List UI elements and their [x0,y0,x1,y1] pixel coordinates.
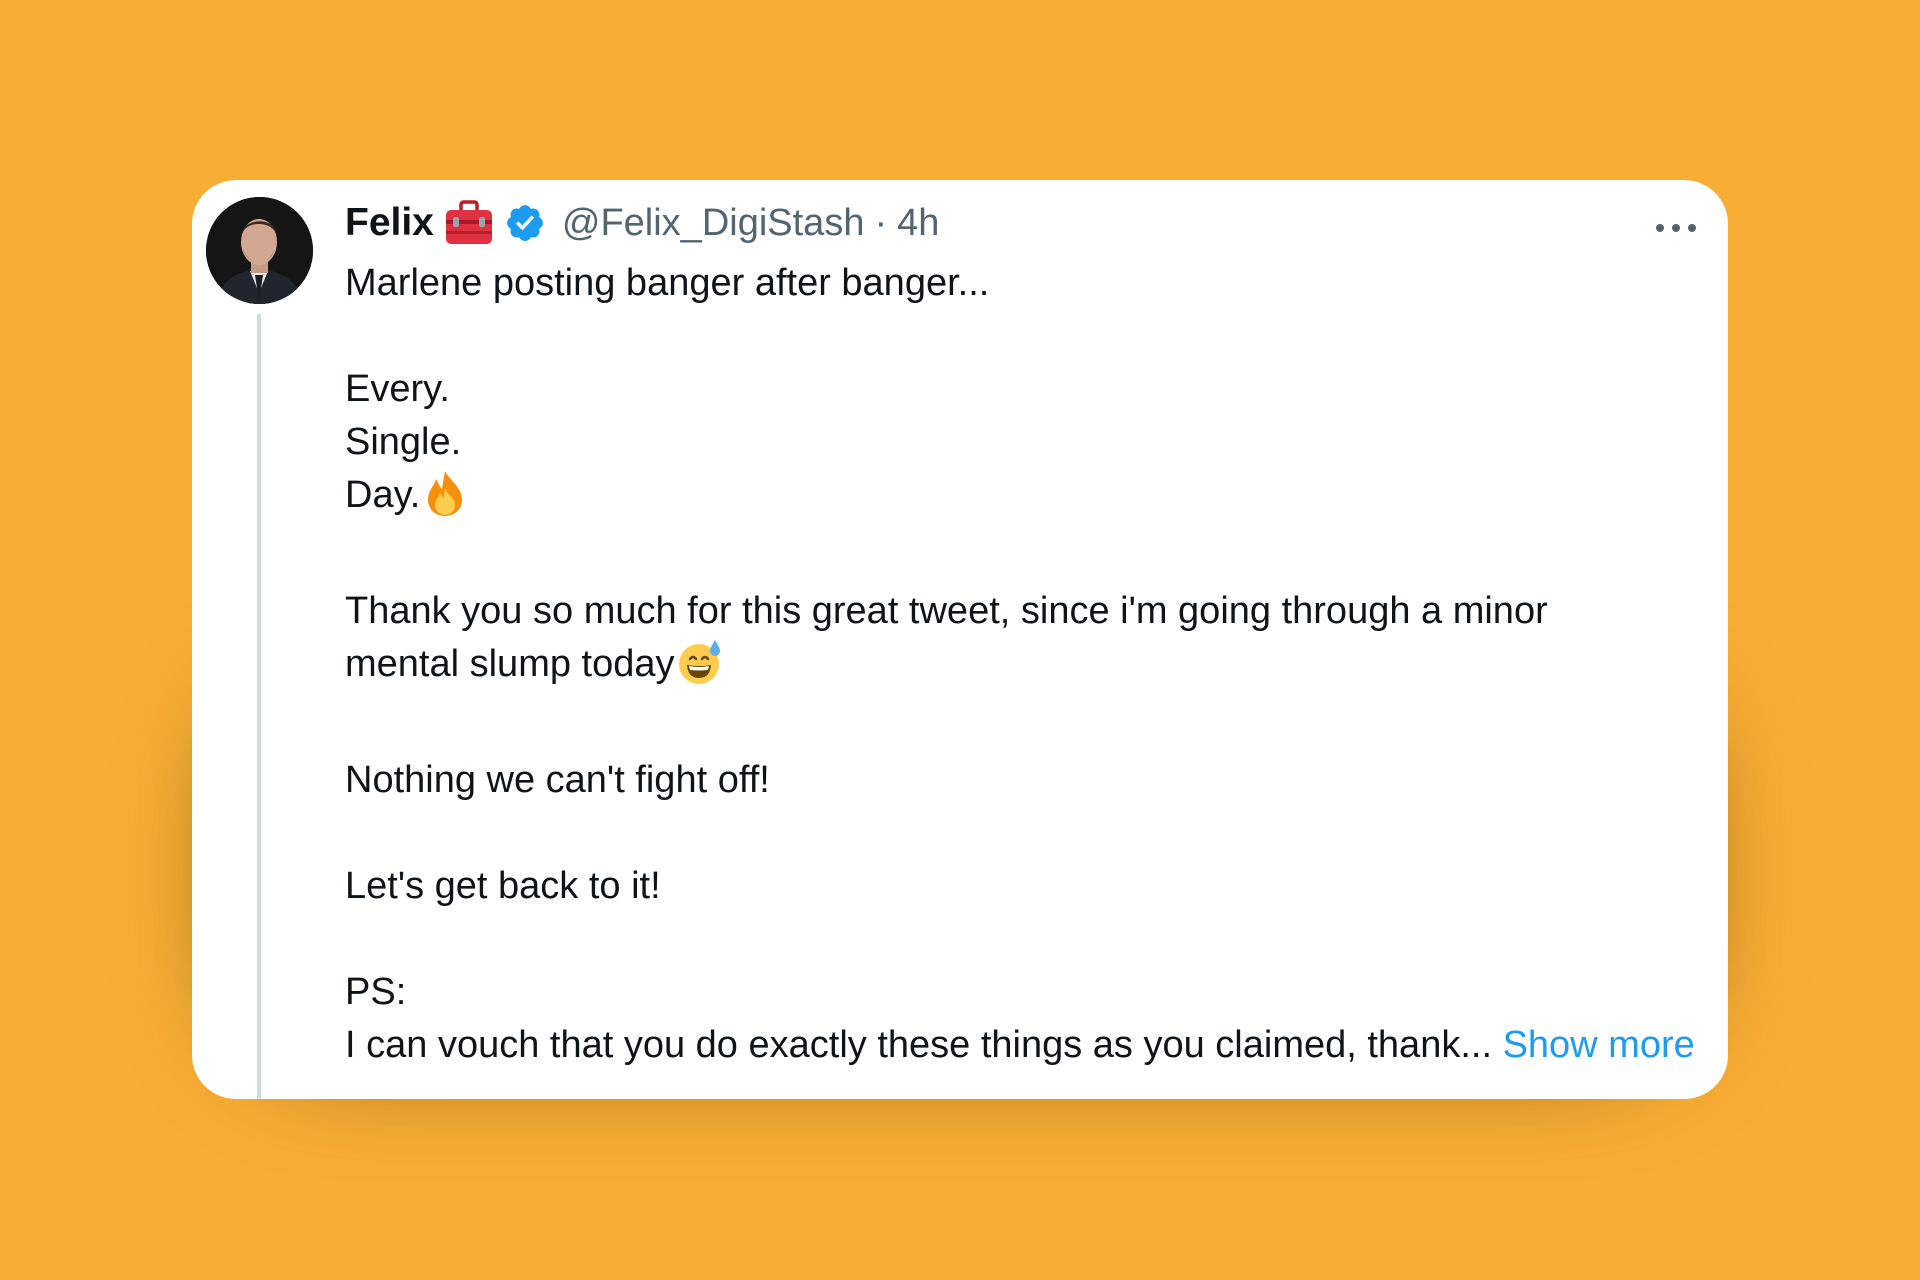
grinning-face-with-sweat-emoji [677,638,723,701]
tweet-line: Marlene posting banger after banger... [345,262,990,304]
tweet-line: Single. [345,416,1715,469]
user-avatar[interactable] [206,197,313,304]
tweet-line: mental slump today [345,638,1715,701]
more-options-icon [1656,224,1696,232]
show-more-link[interactable]: Show more [1503,1024,1695,1066]
tweet-line: Nothing we can't fight off! [345,759,770,801]
verified-badge-icon[interactable] [504,202,546,244]
more-options-button[interactable] [1648,208,1704,248]
tweet-line-text: Day. [345,474,421,516]
tweet-line-text: mental slump today [345,643,675,685]
thread-line [257,314,261,1099]
separator-dot: · [874,201,888,244]
tweet-line-text: I can vouch that you do exactly these th… [345,1024,1492,1066]
tweet-card[interactable]: Felix @Felix_DigiStash · 4h Marlene post… [192,180,1728,1099]
tweet-line: Let's get back to it! [345,865,661,907]
tweet-timestamp[interactable]: 4h [897,202,939,245]
tweet-line: Thank you so much for this great tweet, … [345,590,1548,632]
tweet-text: Marlene posting banger after banger... E… [345,257,1715,1072]
tweet-line: PS: [345,971,407,1013]
toolbox-icon [444,200,494,246]
tweet-line-text: Single. [345,421,462,463]
tweet-line: Every. [345,368,450,410]
tweet-header: Felix @Felix_DigiStash · 4h [345,198,939,248]
tweet-line: Day. [345,469,1715,532]
tweet-line: I can vouch that you do exactly these th… [345,1019,1715,1072]
author-handle[interactable]: @Felix_DigiStash [562,202,865,245]
author-name[interactable]: Felix [345,201,434,245]
fire-emoji [422,469,468,532]
